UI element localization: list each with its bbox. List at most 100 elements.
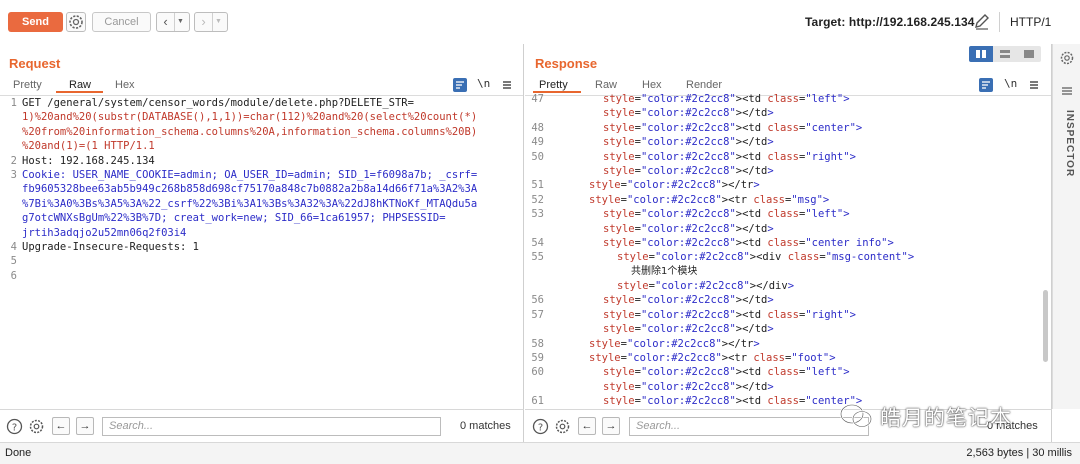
code-line: %20from%20information_schema.columns%20A… [0, 125, 523, 139]
target-label: Target: http://192.168.245.134 [805, 15, 975, 29]
line-text: style="color:#2c2cc8"><div class="msg-co… [617, 251, 915, 264]
history-back-group: ‹ ▼ [156, 12, 190, 32]
wechat-icon [838, 402, 874, 433]
line-text: style="color:#2c2cc8"></td> [603, 222, 774, 235]
help-icon[interactable]: ? [532, 418, 549, 435]
menu-icon[interactable] [500, 78, 514, 92]
line-number: 54 [531, 236, 544, 249]
code-line: 50 style="color:#2c2cc8"><td class="right… [525, 150, 1051, 164]
tab-response-pretty-label: Pretty [539, 79, 568, 91]
code-line: jrtih3adqjo2u52mn06q2f03i4 [0, 226, 523, 240]
line-text: style="color:#2c2cc8"><td class="left"> [603, 208, 850, 221]
history-forward-group: › ▼ [194, 12, 228, 32]
response-title: Response [535, 56, 598, 71]
pretty-print-icon[interactable] [979, 78, 993, 92]
chevron-left-icon[interactable]: ‹ [157, 13, 174, 31]
line-number: 52 [531, 193, 544, 206]
layout-tabbed-button[interactable] [1017, 46, 1041, 62]
chevron-down-icon[interactable]: ▼ [174, 13, 186, 31]
line-text: jrtih3adqjo2u52mn06q2f03i4 [22, 226, 187, 239]
tab-response-pretty[interactable]: Pretty [533, 79, 581, 93]
code-line: style="color:#2c2cc8"></td> [525, 222, 1051, 236]
tab-response-render[interactable]: Render [686, 79, 722, 91]
tab-request-hex[interactable]: Hex [115, 79, 135, 91]
line-number: 50 [531, 150, 544, 163]
code-line: 4 Upgrade-Insecure-Requests: 1 [0, 240, 523, 254]
tab-response-raw[interactable]: Raw [595, 79, 617, 91]
chevron-down-icon[interactable]: ▼ [212, 13, 224, 31]
code-line: 48 style="color:#2c2cc8"><td class="cente… [525, 121, 1051, 135]
gear-icon[interactable] [66, 12, 86, 32]
tab-response-hex[interactable]: Hex [642, 79, 662, 91]
newline-toggle[interactable]: \n [477, 77, 490, 90]
inspector-gutter [1052, 44, 1080, 409]
code-line: 60 style="color:#2c2cc8"><td class="left"… [525, 365, 1051, 379]
next-match-button[interactable]: → [602, 417, 620, 435]
response-search-input[interactable]: Search... [629, 417, 869, 436]
request-editor[interactable]: 1 GET /general/system/censor_words/module… [0, 96, 523, 409]
line-number: 60 [531, 366, 544, 379]
code-line: fb9605328bee63ab5b949c268b858d698cf75170… [0, 182, 523, 196]
line-text: style="color:#2c2cc8"><tr class="foot"> [589, 352, 836, 365]
request-pane: Request Pretty Raw Hex \n 1 GET /general/… [0, 44, 524, 409]
newline-toggle[interactable]: \n [1004, 77, 1017, 90]
request-tabs: Pretty Raw Hex [0, 76, 523, 95]
response-stats: 2,563 bytes | 30 millis [966, 447, 1072, 459]
code-line: 57 style="color:#2c2cc8"><td class="right… [525, 308, 1051, 322]
code-line: 58 style="color:#2c2cc8"></tr> [525, 337, 1051, 351]
line-number: 49 [531, 136, 544, 149]
previous-match-button[interactable]: ← [52, 417, 70, 435]
send-button[interactable]: Send [8, 12, 63, 32]
request-match-count: 0 matches [460, 420, 511, 432]
gear-icon[interactable] [554, 418, 571, 435]
line-number: 51 [531, 179, 544, 192]
response-editor[interactable]: 47 style="color:#2c2cc8"><td class="left"… [525, 92, 1051, 405]
tab-request-pretty[interactable]: Pretty [13, 79, 42, 91]
gear-icon[interactable] [1059, 50, 1075, 69]
line-text: Cookie: USER_NAME_COOKIE=admin; OA_USER_… [22, 168, 478, 181]
help-icon[interactable]: ? [6, 418, 23, 435]
inspector-tab[interactable]: INSPECTOR [1057, 110, 1075, 182]
line-number: 47 [531, 93, 544, 105]
code-line: 5 [0, 254, 523, 268]
repeater-toolbar: Send Cancel ‹ ▼ › ▼ Target: http://192.1… [0, 0, 1080, 44]
pencil-icon[interactable] [973, 12, 991, 32]
line-text: style="color:#2c2cc8"></td> [603, 323, 774, 336]
code-line: 53 style="color:#2c2cc8"><td class="left"… [525, 207, 1051, 221]
toolbar-divider [999, 12, 1000, 32]
line-text: 1)%20and%20(substr(DATABASE(),1,1))=char… [22, 111, 478, 124]
pretty-print-icon[interactable] [453, 78, 467, 92]
code-line: %20and(1)=(1 HTTP/1.1 [0, 139, 523, 153]
line-number: 61 [531, 395, 544, 405]
request-search-input[interactable]: Search... [102, 417, 441, 436]
code-line: 51 style="color:#2c2cc8"></tr> [525, 178, 1051, 192]
previous-match-button[interactable]: ← [578, 417, 596, 435]
next-match-button[interactable]: → [76, 417, 94, 435]
line-text: style="color:#2c2cc8"><td class="right"> [603, 308, 856, 321]
line-text: Upgrade-Insecure-Requests: 1 [22, 240, 200, 253]
menu-icon[interactable] [1027, 78, 1041, 92]
code-line: 1 GET /general/system/censor_words/module… [0, 96, 523, 110]
http-version-toggle[interactable]: HTTP/1 [1010, 15, 1051, 29]
code-line: g7otcWNXsBgUm%22%3B%7D; creat_work=new; … [0, 211, 523, 225]
cancel-button[interactable]: Cancel [92, 12, 151, 32]
line-text: style="color:#2c2cc8"></td> [603, 136, 774, 149]
code-line: 3 Cookie: USER_NAME_COOKIE=admin; OA_USER… [0, 168, 523, 182]
response-scrollbar[interactable] [1043, 290, 1048, 362]
code-line: %7Bi%3A0%3Bs%3A5%3A%22_csrf%22%3Bi%3A1%3… [0, 197, 523, 211]
tab-request-raw[interactable]: Raw [56, 79, 103, 93]
chevron-right-icon[interactable]: › [195, 13, 212, 31]
line-text: style="color:#2c2cc8"></tr> [589, 337, 760, 350]
layout-stacked-button[interactable] [993, 46, 1017, 62]
code-line: 55 style="color:#2c2cc8"><div class="msg-… [525, 250, 1051, 264]
watermark: 皓月的笔记本 [838, 399, 1012, 435]
gear-icon[interactable] [28, 418, 45, 435]
request-title: Request [9, 56, 61, 71]
layout-side-by-side-button[interactable] [969, 46, 993, 62]
line-text: style="color:#2c2cc8"><td class="left"> [603, 366, 850, 379]
menu-icon[interactable] [1060, 84, 1074, 101]
line-text: style="color:#2c2cc8"><td class="right"> [603, 150, 856, 163]
code-line: 共删除1个模块 [525, 265, 1051, 279]
svg-text:?: ? [12, 423, 17, 434]
line-text: 共删除1个模块 [631, 265, 698, 277]
